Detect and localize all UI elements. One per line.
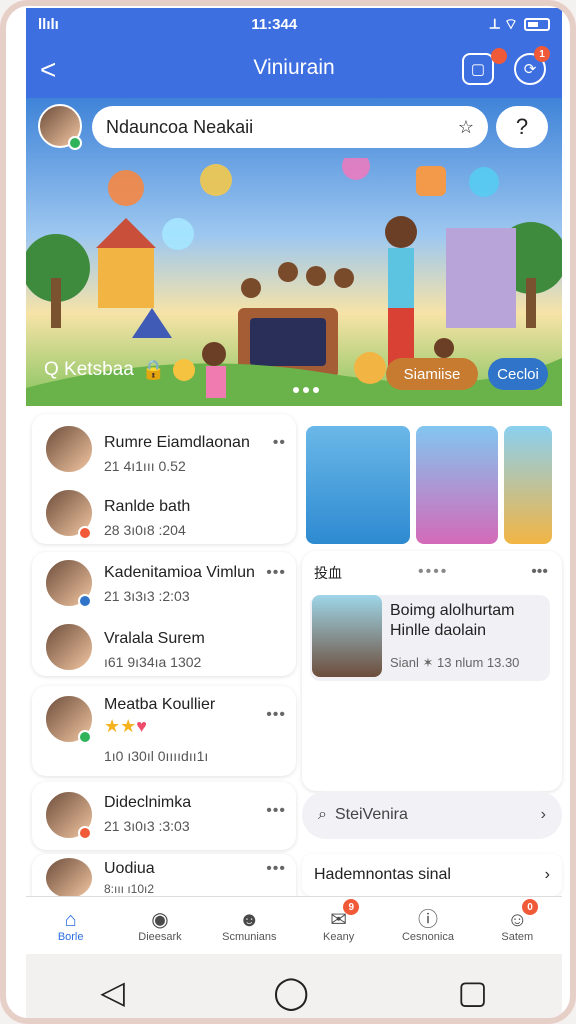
tab-label: Cesnonica [401,930,454,943]
list-item[interactable]: Dideclnimka 21 3ı0ı3 :3:03 ••• [32,782,296,850]
list-item[interactable]: Meatba Koullier ★★♥ 1ı0 ı30ıl 0ııııdıı1ı… [32,686,296,776]
list-item-meta: 21 3ı0ı3 :3:03 [104,818,190,834]
photo-thumbnail[interactable] [504,426,552,544]
help-button[interactable]: ? [496,106,548,148]
clock: 11:344 [251,15,298,33]
list-item-name: Rumre Eiamdlaonan [104,434,250,451]
tab-home[interactable]: ⌂ Borle [26,897,115,954]
signal-text: llılı [38,15,59,33]
featured-card: 投血 •••• ••• Boimg alolhurtam Hinlle daol… [302,551,562,791]
tab-community[interactable]: ☻ Scmunians [205,897,294,954]
page-dots-icon: •••• [418,563,449,580]
avatar [44,622,94,672]
list-item[interactable]: Kadenitamioa Vimlun 21 3ı3ı3 :2:03 ••• V… [32,552,296,676]
list-item-meta: ı61 9ı34ıa 1302 [104,654,202,670]
tab-label: Scmunians [222,930,277,943]
star-icon[interactable]: ☆ [458,117,474,138]
pill-button-2[interactable]: Cecloi [488,358,548,390]
hero-search-input[interactable]: Ndauncoa Neakaii ☆ [92,106,488,148]
list-item-meta: 21 3ı3ı3 :2:03 [104,588,190,604]
list-item-name: Ranlde bath [104,498,191,515]
rating-icon: ★★♥ [104,716,147,736]
status-badge-icon [78,826,92,840]
conversation-list: Rumre Eiamdlaonan 21 4ı1ııı 0.52 •• Ranl… [32,406,296,900]
photo-thumbnail[interactable] [416,426,498,544]
tab-label: Keany [323,930,355,943]
list-item-name: Kadenitamioa Vimlun [104,564,255,581]
list-item-meta: 21 4ı1ııı 0.52 [104,458,186,474]
photo-thumbnail[interactable] [306,426,410,544]
notification-button[interactable]: ▢ [462,53,494,85]
list-item-meta: 8:ııı ı10ı2 [104,882,155,896]
tab-label: Satem [501,930,534,943]
status-bar: llılı 11:344 ⟂ ⌔ [26,8,562,40]
list-item-name: Meatba Koullier [104,696,216,713]
tab-profile[interactable]: ☺ Satem 0 [473,897,562,954]
info-icon: ⓘ [417,908,438,931]
nav-back-icon[interactable]: ◁ [100,973,125,1011]
list-item-meta: 1ı0 ı30ıl 0ııııdıı1ı [104,748,209,764]
panel-search-input[interactable]: ⌕ SteiVenira › [302,791,562,839]
list-item[interactable]: Rumre Eiamdlaonan 21 4ı1ııı 0.52 •• Ranl… [32,414,296,544]
panel-search-text: SteiVenira [334,806,408,823]
banner-overlay-label: Q Ketsbaa 🔒 [44,358,196,382]
featured-photo [312,595,382,677]
refresh-badge-icon: 1 [534,46,550,62]
more-icon[interactable]: •• [273,434,286,452]
tab-chat[interactable]: ✉ Keany 9 [294,897,383,954]
wifi-icon: ⟂ ⌔ [489,15,518,33]
list-item[interactable]: Uodiua 8:ııı ı10ı2 ••• [32,854,296,900]
emoji-icon [173,359,196,381]
notification-dot-icon [491,48,507,64]
discover-icon: ◉ [151,908,169,931]
banner-overlay-text: Q Ketsbaa [44,359,134,380]
nav-recents-icon[interactable]: ▢ [458,973,488,1011]
chat-badge-icon: 9 [343,899,360,915]
list-item-meta: 28 3ı0ı8 :204 [104,522,186,538]
search-text: Ndauncoa Neakaii [106,116,254,137]
profile-badge-icon: 0 [521,899,538,915]
community-icon: ☻ [238,908,260,931]
app-header: < Viniurain ▢ ⟳ 1 [26,40,562,98]
bottom-link-button[interactable]: Hademnontas sinal › [302,854,562,896]
status-badge-icon [78,730,92,744]
avatar [44,424,94,474]
more-icon[interactable]: ••• [266,564,286,582]
pill-button-1[interactable]: Siamiise [386,358,478,390]
phone-frame: llılı 11:344 ⟂ ⌔ < Viniurain ▢ ⟳ 1 Ndaun… [0,0,576,1024]
status-badge-icon [78,594,92,608]
featured-item[interactable]: Boimg alolhurtam Hinlle daolain Sianl ✶ … [310,595,550,681]
bottom-tab-bar: ⌂ Borle ◉ Dieesark ☻ Scmunians ✉ Keany 9… [26,896,562,954]
card-header-label: 投血 [314,565,342,581]
status-badge-icon [78,526,92,540]
bottom-link-text: Hademnontas sinal [314,866,451,883]
home-icon: ⌂ [64,908,77,931]
tab-discover[interactable]: ◉ Dieesark [115,897,204,954]
search-icon: ⌕ [318,806,327,823]
featured-title: Boimg alolhurtam Hinlle daolain [390,602,515,639]
chevron-right-icon: › [540,806,546,823]
more-icon[interactable]: ••• [266,860,286,878]
tab-info[interactable]: ⓘ Cesnonica [383,897,472,954]
online-badge-icon [68,136,82,150]
list-item-name: Vralala Surem [104,630,205,647]
battery-icon [523,17,550,31]
system-nav-bar: ◁ ◯ ▢ [26,954,562,1018]
hero-banner: Ndauncoa Neakaii ☆ ? Q Ketsbaa 🔒 Siamiis… [26,98,562,406]
nav-home-icon[interactable]: ◯ [273,973,309,1011]
tab-label: Borle [57,930,84,943]
avatar [44,856,94,900]
more-icon[interactable]: ••• [266,706,286,724]
list-item-name: Dideclnimka [104,794,192,811]
more-icon[interactable]: ••• [266,802,286,820]
more-icon[interactable]: ••• [531,563,548,581]
tab-label: Dieesark [138,930,182,943]
featured-meta: Sianl ✶ 13 nlum 13.30 [390,655,520,670]
lock-icon: 🔒 [141,360,166,381]
chevron-right-icon: › [544,866,550,883]
list-item-name: Uodiua [104,860,155,877]
status-icons: ⟂ ⌔ [490,15,550,34]
